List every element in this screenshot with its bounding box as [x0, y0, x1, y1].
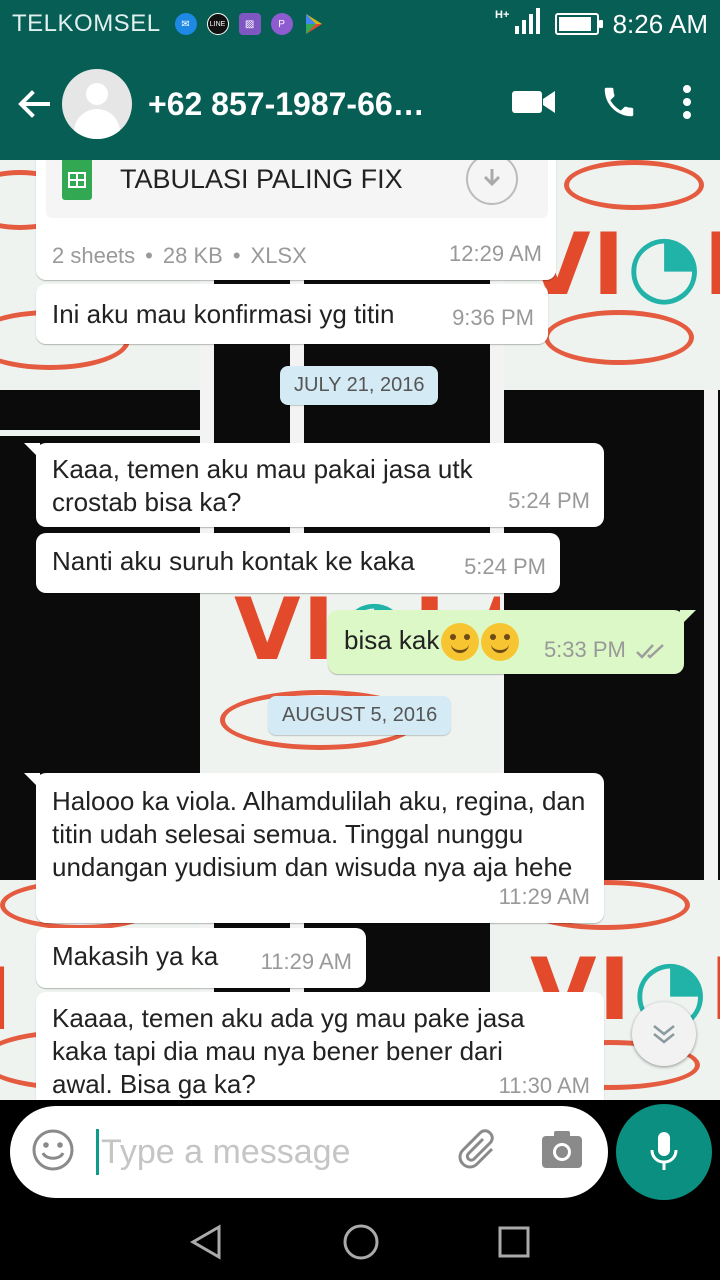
message-text: Halooo ka viola. Alhamdulilah aku, regin… [52, 786, 586, 882]
chat-area[interactable]: I VI◔LA VI◔LA I VI◔LA TABULASI PALING FI… [0, 160, 720, 1100]
notification-icons: ✉ LINE ▨ P [174, 13, 325, 35]
purple-p-icon: P [270, 13, 293, 35]
battery-icon [554, 13, 603, 35]
file-message[interactable]: TABULASI PALING FIX 2 sheets • 28 KB • XLS… [36, 160, 556, 280]
message-composer [10, 1106, 608, 1198]
message-time: 5:24 PM [508, 488, 590, 513]
download-arrow-icon [483, 169, 501, 187]
file-extension: XLSX [250, 243, 307, 268]
system-navigation-bar [0, 1208, 720, 1280]
camera-icon [542, 1130, 582, 1168]
video-camera-icon [512, 90, 555, 113]
outgoing-message[interactable]: bisa kak 5:33 PM [328, 610, 696, 674]
gallery-icon: ▨ [238, 13, 261, 35]
file-size: 28 KB [162, 243, 223, 268]
play-store-icon [303, 13, 325, 35]
spreadsheet-icon [62, 160, 92, 200]
incoming-message[interactable]: Ini aku mau konfirmasi yg titin 9:36 PM [36, 284, 548, 344]
incoming-message[interactable]: Halooo ka viola. Alhamdulilah aku, regin… [24, 773, 604, 923]
message-text: Kaaa, temen aku mau pakai jasa utk crost… [52, 454, 473, 517]
back-button[interactable] [6, 76, 62, 132]
voice-call-button[interactable] [600, 83, 638, 126]
message-text: Kaaaa, temen aku ada yg mau pake jasa ka… [52, 1003, 525, 1099]
date-divider: JULY 21, 2016 [280, 366, 439, 405]
message-input[interactable] [96, 1129, 416, 1175]
signal-icon: H+ [495, 6, 541, 42]
download-button[interactable] [466, 160, 518, 205]
square-recents-icon [498, 1226, 530, 1257]
line-today-icon: LINE [206, 13, 229, 35]
chat-header: +62 857-1987-66… [0, 48, 720, 160]
more-vert-icon [683, 84, 691, 119]
smiling-face-emoji [481, 623, 520, 661]
wallpaper-tile [0, 430, 200, 436]
file-meta: 2 sheets • 28 KB • XLSX [52, 239, 307, 272]
nav-recents-button[interactable] [497, 1225, 531, 1264]
message-time: 5:33 PM [543, 637, 626, 662]
smiling-face-emoji [441, 623, 480, 661]
arrow-back-icon [18, 90, 50, 118]
status-bar: TELKOMSEL ✉ LINE ▨ P H+ 8:26 AM [0, 0, 720, 48]
nav-back-button[interactable] [189, 1223, 225, 1265]
file-sheets: 2 sheets [52, 243, 136, 268]
read-ticks-icon [636, 644, 664, 659]
contact-name[interactable]: +62 857-1987-66… [148, 86, 448, 123]
double-chevron-down-icon [653, 1025, 675, 1044]
message-time: 11:29 AM [260, 949, 352, 974]
voice-record-button[interactable] [616, 1104, 712, 1200]
message-time: 11:29 AM [498, 884, 590, 909]
circle-home-icon [343, 1224, 379, 1259]
file-card[interactable]: TABULASI PALING FIX [46, 160, 548, 218]
paperclip-icon [458, 1128, 494, 1168]
message-time: 11:30 AM [498, 1073, 590, 1098]
battery-fill [558, 17, 591, 31]
carrier-name: TELKOMSEL [12, 10, 161, 37]
message-time: 12:29 AM [449, 241, 542, 266]
emoji-button[interactable] [30, 1127, 76, 1178]
phone-icon [604, 87, 634, 116]
message-time: 9:36 PM [452, 305, 534, 330]
svg-text:H+: H+ [495, 9, 509, 21]
incoming-message[interactable]: Nanti aku suruh kontak ke kaka 5:24 PM [36, 533, 560, 593]
attach-button[interactable] [456, 1127, 502, 1178]
more-options-button[interactable] [682, 84, 692, 125]
scroll-to-bottom-button[interactable] [632, 1002, 696, 1066]
triangle-back-icon [189, 1223, 221, 1260]
message-time: 5:24 PM [464, 554, 546, 579]
message-time-status: 5:33 PM [544, 633, 668, 666]
video-call-button[interactable] [512, 88, 556, 121]
microphone-icon [650, 1132, 678, 1170]
incoming-message[interactable]: Makasih ya ka 11:29 AM [36, 928, 366, 988]
status-clock: 8:26 AM [612, 8, 708, 39]
nav-home-button[interactable] [342, 1223, 380, 1266]
emoji-smiley-icon [32, 1129, 74, 1170]
incoming-message[interactable]: Kaaaa, temen aku ada yg mau pake jasa ka… [36, 992, 604, 1100]
message-text: bisa kak [344, 624, 440, 655]
file-name: TABULASI PALING FIX [120, 163, 403, 194]
contact-avatar[interactable] [62, 69, 132, 139]
camera-button[interactable] [540, 1130, 584, 1175]
incoming-message[interactable]: Kaaa, temen aku mau pakai jasa utk crost… [24, 443, 604, 527]
date-divider: AUGUST 5, 2016 [268, 696, 452, 735]
bbm-icon: ✉ [174, 13, 197, 35]
